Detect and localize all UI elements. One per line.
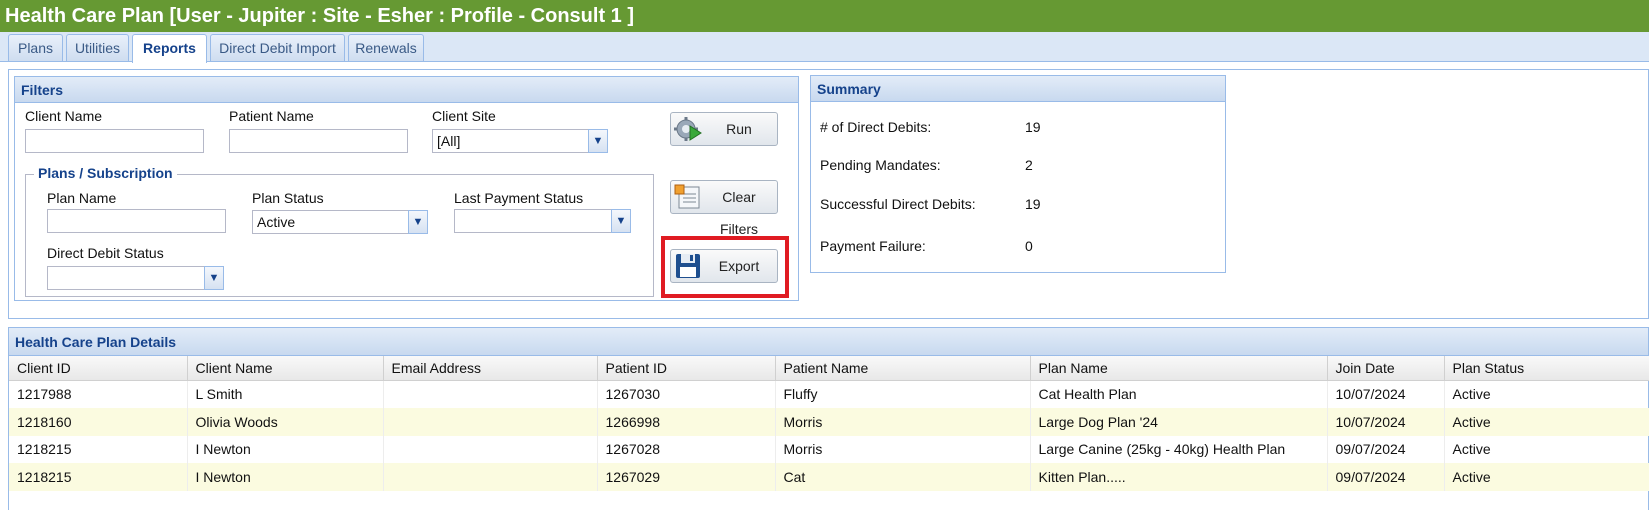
details-grid: Client ID Client Name Email Address Pati…: [9, 356, 1649, 491]
column-header-client-id[interactable]: Client ID: [9, 356, 188, 381]
tab-reports[interactable]: Reports: [132, 34, 207, 63]
client-name-label: Client Name: [25, 108, 103, 124]
client-site-value: [All]: [437, 133, 461, 149]
run-button-label: Run: [726, 121, 752, 137]
cell-client-id: 1218215: [9, 435, 188, 463]
cell-plan-name: Large Canine (25kg - 40kg) Health Plan: [1030, 435, 1328, 463]
export-highlight-box: [661, 236, 789, 298]
cell-email-address: [383, 408, 598, 436]
summary-panel-title: Summary: [811, 76, 1225, 102]
column-header-patient-name[interactable]: Patient Name: [775, 356, 1031, 381]
cell-plan-status: Active: [1444, 380, 1649, 408]
last-payment-status-select[interactable]: ▼: [454, 209, 631, 233]
cell-join-date: 09/07/2024: [1327, 435, 1445, 463]
cell-plan-name: Large Dog Plan '24: [1030, 408, 1328, 436]
cell-client-name: L Smith: [187, 380, 384, 408]
plan-status-select[interactable]: Active ▼: [252, 210, 428, 234]
cell-plan-name: Cat Health Plan: [1030, 380, 1328, 408]
chevron-down-icon[interactable]: ▼: [611, 209, 631, 233]
table-row[interactable]: 1218160 Olivia Woods 1266998 Morris Larg…: [9, 408, 1649, 436]
tab-strip: Plans Utilities Reports Direct Debit Imp…: [0, 32, 1649, 63]
cell-patient-name: Morris: [775, 408, 1031, 436]
summary-label: Pending Mandates:: [820, 157, 941, 173]
cell-patient-id: 1267029: [597, 463, 776, 491]
last-payment-status-label: Last Payment Status: [454, 190, 584, 206]
column-header-email-address[interactable]: Email Address: [383, 356, 598, 381]
cell-join-date: 10/07/2024: [1327, 408, 1445, 436]
filters-panel-title: Filters: [15, 77, 798, 103]
cell-plan-name: Kitten Plan.....: [1030, 463, 1328, 491]
cell-plan-status: Active: [1444, 435, 1649, 463]
patient-name-input[interactable]: [229, 129, 408, 153]
plan-status-value: Active: [257, 214, 296, 230]
summary-value: 19: [1025, 196, 1041, 212]
cell-client-id: 1218160: [9, 408, 188, 436]
column-header-plan-status[interactable]: Plan Status: [1444, 356, 1649, 381]
chevron-down-icon[interactable]: ▼: [408, 210, 428, 234]
summary-value: 19: [1025, 119, 1041, 135]
plans-subscription-legend: Plans / Subscription: [34, 165, 177, 181]
cell-patient-name: Fluffy: [775, 380, 1031, 408]
cell-join-date: 10/07/2024: [1327, 380, 1445, 408]
client-site-select[interactable]: [All] ▼: [432, 129, 608, 153]
table-row[interactable]: 1218215 I Newton 1267028 Morris Large Ca…: [9, 435, 1649, 463]
summary-value: 2: [1025, 157, 1033, 173]
cell-patient-id: 1266998: [597, 408, 776, 436]
cell-client-id: 1217988: [9, 380, 188, 408]
cell-client-name: Olivia Woods: [187, 408, 384, 436]
table-row[interactable]: 1218215 I Newton 1267029 Cat Kitten Plan…: [9, 463, 1649, 491]
cell-plan-status: Active: [1444, 408, 1649, 436]
grid-header-row: Client ID Client Name Email Address Pati…: [9, 356, 1649, 381]
cell-client-name: I Newton: [187, 435, 384, 463]
clear-filters-icon: [674, 184, 700, 209]
plan-status-label: Plan Status: [252, 190, 324, 206]
column-header-plan-name[interactable]: Plan Name: [1030, 356, 1328, 381]
gear-run-icon: [674, 117, 702, 141]
tab-renewals[interactable]: Renewals: [348, 34, 424, 61]
direct-debit-status-label: Direct Debit Status: [47, 245, 164, 261]
details-panel-title: Health Care Plan Details: [9, 328, 1648, 356]
summary-label: Payment Failure:: [820, 238, 926, 254]
cell-client-name: I Newton: [187, 463, 384, 491]
direct-debit-status-select[interactable]: ▼: [47, 266, 224, 290]
chevron-down-icon[interactable]: ▼: [204, 266, 224, 290]
cell-email-address: [383, 435, 598, 463]
cell-patient-name: Morris: [775, 435, 1031, 463]
cell-email-address: [383, 380, 598, 408]
column-header-patient-id[interactable]: Patient ID: [597, 356, 776, 381]
chevron-down-icon[interactable]: ▼: [588, 129, 608, 153]
cell-patient-id: 1267028: [597, 435, 776, 463]
summary-value: 0: [1025, 238, 1033, 254]
cell-plan-status: Active: [1444, 463, 1649, 491]
run-button[interactable]: Run: [670, 112, 778, 146]
column-header-join-date[interactable]: Join Date: [1327, 356, 1445, 381]
column-header-client-name[interactable]: Client Name: [187, 356, 384, 381]
tab-plans[interactable]: Plans: [8, 34, 63, 61]
client-name-input[interactable]: [25, 129, 204, 153]
cell-patient-id: 1267030: [597, 380, 776, 408]
window-title: Health Care Plan [User - Jupiter : Site …: [0, 0, 1649, 32]
clear-filters-button[interactable]: Clear Filters: [670, 180, 778, 237]
patient-name-label: Patient Name: [229, 108, 314, 124]
plan-name-label: Plan Name: [47, 190, 117, 206]
summary-label: # of Direct Debits:: [820, 119, 932, 135]
cell-patient-name: Cat: [775, 463, 1031, 491]
table-row[interactable]: 1217988 L Smith 1267030 Fluffy Cat Healt…: [9, 380, 1649, 408]
summary-label: Successful Direct Debits:: [820, 196, 976, 212]
tab-utilities[interactable]: Utilities: [66, 34, 129, 61]
client-site-label: Client Site: [432, 108, 496, 124]
cell-email-address: [383, 463, 598, 491]
cell-join-date: 09/07/2024: [1327, 463, 1445, 491]
cell-client-id: 1218215: [9, 463, 188, 491]
plan-name-input[interactable]: [47, 209, 226, 233]
tab-direct-debit-import[interactable]: Direct Debit Import: [210, 34, 345, 61]
